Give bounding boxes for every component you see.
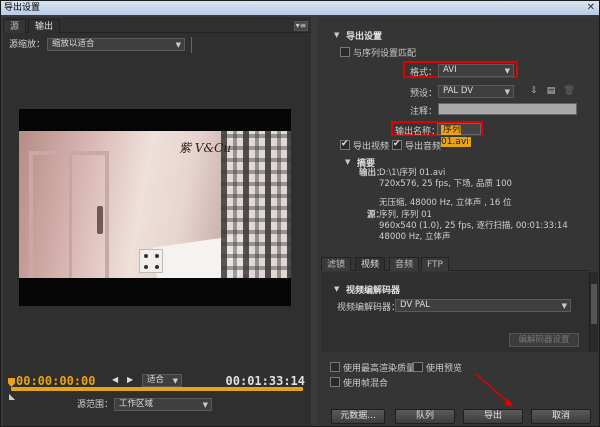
chevron-down-icon: ▼ <box>175 41 181 49</box>
panel-menu-icon[interactable]: ▾≡ <box>294 21 308 31</box>
output-name-value: 序列 01.avi <box>441 125 471 147</box>
frame-handle-decor <box>97 206 103 234</box>
tab-video[interactable]: 视频 <box>355 257 386 271</box>
source-scale-dropdown[interactable]: 缩放以适合 ▼ <box>47 38 185 51</box>
mark-in-icon[interactable]: ◀ <box>112 375 118 384</box>
codec-settings-button[interactable]: 编解码器设置 <box>509 333 579 347</box>
preset-label: 预设： <box>410 89 438 99</box>
export-audio-label: 导出音频 <box>405 142 442 152</box>
summary-output-line: D:\1\序列 01.avi <box>379 168 446 178</box>
match-sequence-label: 与序列设置匹配 <box>353 49 417 59</box>
video-preview: 紫 V&Cu <box>19 109 291 306</box>
output-name-field[interactable]: 序列 01.avi <box>437 123 481 147</box>
duration-timecode: 00:01:33:14 <box>225 374 305 388</box>
video-codec-dropdown[interactable]: DV PAL ▼ <box>395 299 571 312</box>
summary-output-line: 无压缩, 48000 Hz, 立体声 , 16 位 <box>379 198 512 208</box>
save-preset-icon[interactable]: ⇩ <box>528 86 540 96</box>
frame-blending-checkbox[interactable] <box>330 377 340 387</box>
tab-filters[interactable]: 滤镜 <box>321 257 352 271</box>
metadata-button[interactable]: 元数据... <box>331 409 385 424</box>
tab-source[interactable]: 源 <box>3 19 27 33</box>
frame-shirt-shadow <box>221 131 291 278</box>
zoom-fit-value: 适合 <box>147 375 165 385</box>
summary-source-line: 48000 Hz, 立体声 <box>379 232 451 242</box>
max-render-quality-label: 使用最高渲染质量 <box>343 364 416 374</box>
settings-scrollbar[interactable] <box>589 272 598 352</box>
source-range-label: 源范围： <box>77 400 114 410</box>
collapse-triangle-icon[interactable]: ▼ <box>334 285 339 293</box>
source-output-tabs: 源 输出 ▾≡ <box>3 19 311 33</box>
cancel-button[interactable]: 取消 <box>531 409 591 424</box>
video-frame: 紫 V&Cu <box>19 131 291 278</box>
queue-button[interactable]: 队列 <box>395 409 455 424</box>
export-settings-heading: 导出设置 <box>346 32 383 42</box>
title-bar: 导出设置 ✕ <box>1 1 599 15</box>
use-previews-checkbox[interactable] <box>413 362 423 372</box>
preset-dropdown[interactable]: PAL DV ▼ <box>438 85 514 98</box>
chevron-down-icon: ▼ <box>202 401 208 409</box>
export-settings-window: 导出设置 ✕ 源 输出 ▾≡ 源缩放： 缩放以适合 ▼ 紫 V&Cu 00:00… <box>0 0 600 427</box>
tab-audio[interactable]: 音频 <box>389 257 420 271</box>
current-timecode[interactable]: 00:00:00:00 <box>16 374 95 388</box>
notes-input[interactable] <box>438 103 577 115</box>
collapse-triangle-icon[interactable]: ▼ <box>334 31 339 39</box>
delete-preset-icon[interactable]: 🗑 <box>563 86 575 96</box>
window-title: 导出设置 <box>4 3 41 13</box>
video-codec-label: 视频编解码器： <box>337 303 401 313</box>
source-scale-value: 缩放以适合 <box>52 39 95 49</box>
match-sequence-checkbox[interactable] <box>340 47 350 57</box>
in-point-icon[interactable]: ◣ <box>9 392 15 401</box>
close-icon[interactable]: ✕ <box>587 1 595 15</box>
chevron-down-icon: ▼ <box>504 67 510 75</box>
tab-ftp[interactable]: FTP <box>421 257 449 271</box>
export-video-label: 导出视频 <box>353 142 390 152</box>
summary-output-line: 720x576, 25 fps, 下场, 品质 100 <box>379 179 512 189</box>
summary-source-line: 960x540 (1.0), 25 fps, 逐行扫描, 00:01:33:14 <box>379 221 568 231</box>
frame-blending-label: 使用帧混合 <box>343 379 389 389</box>
chevron-down-icon: ▼ <box>172 377 178 385</box>
format-dropdown[interactable]: AVI ▼ <box>438 64 514 77</box>
preset-value: PAL DV <box>443 86 474 96</box>
divider <box>191 37 192 53</box>
max-render-quality-checkbox[interactable] <box>330 362 340 372</box>
chevron-down-icon: ▼ <box>504 88 510 96</box>
frame-dice-decor <box>139 249 163 273</box>
timeline-bar[interactable] <box>11 387 303 391</box>
summary-source-line: 序列, 序列 01 <box>379 210 432 220</box>
tab-output[interactable]: 输出 <box>28 19 61 33</box>
frame-logo: 紫 V&Cu <box>179 141 232 155</box>
source-range-dropdown[interactable]: 工作区域 ▼ <box>114 398 212 411</box>
preview-panel: 源 输出 ▾≡ 源缩放： 缩放以适合 ▼ 紫 V&Cu 00:00:00:00 … <box>3 17 311 426</box>
format-label: 格式： <box>410 68 438 78</box>
import-preset-icon[interactable]: ▤ <box>545 86 557 96</box>
mark-out-icon[interactable]: ▶ <box>127 375 133 384</box>
format-value: AVI <box>443 65 457 75</box>
use-previews-label: 使用预览 <box>426 364 463 374</box>
video-codec-heading: 视频编解码器 <box>346 286 401 296</box>
output-name-label: 输出名称： <box>395 127 441 137</box>
red-arrow-annotation <box>475 373 513 407</box>
zoom-fit-dropdown[interactable]: 适合 ▼ <box>142 374 182 387</box>
source-scale-label: 源缩放： <box>9 40 46 50</box>
video-codec-value: DV PAL <box>400 300 431 310</box>
collapse-triangle-icon[interactable]: ▼ <box>345 158 350 166</box>
export-video-checkbox[interactable] <box>340 139 350 150</box>
notes-label: 注释： <box>410 107 438 117</box>
settings-tabs: 滤镜 视频 音频 FTP <box>321 257 589 271</box>
export-audio-checkbox[interactable] <box>392 139 402 150</box>
export-button[interactable]: 导出 <box>463 409 523 424</box>
chevron-down-icon: ▼ <box>561 302 567 310</box>
source-range-value: 工作区域 <box>119 399 154 409</box>
